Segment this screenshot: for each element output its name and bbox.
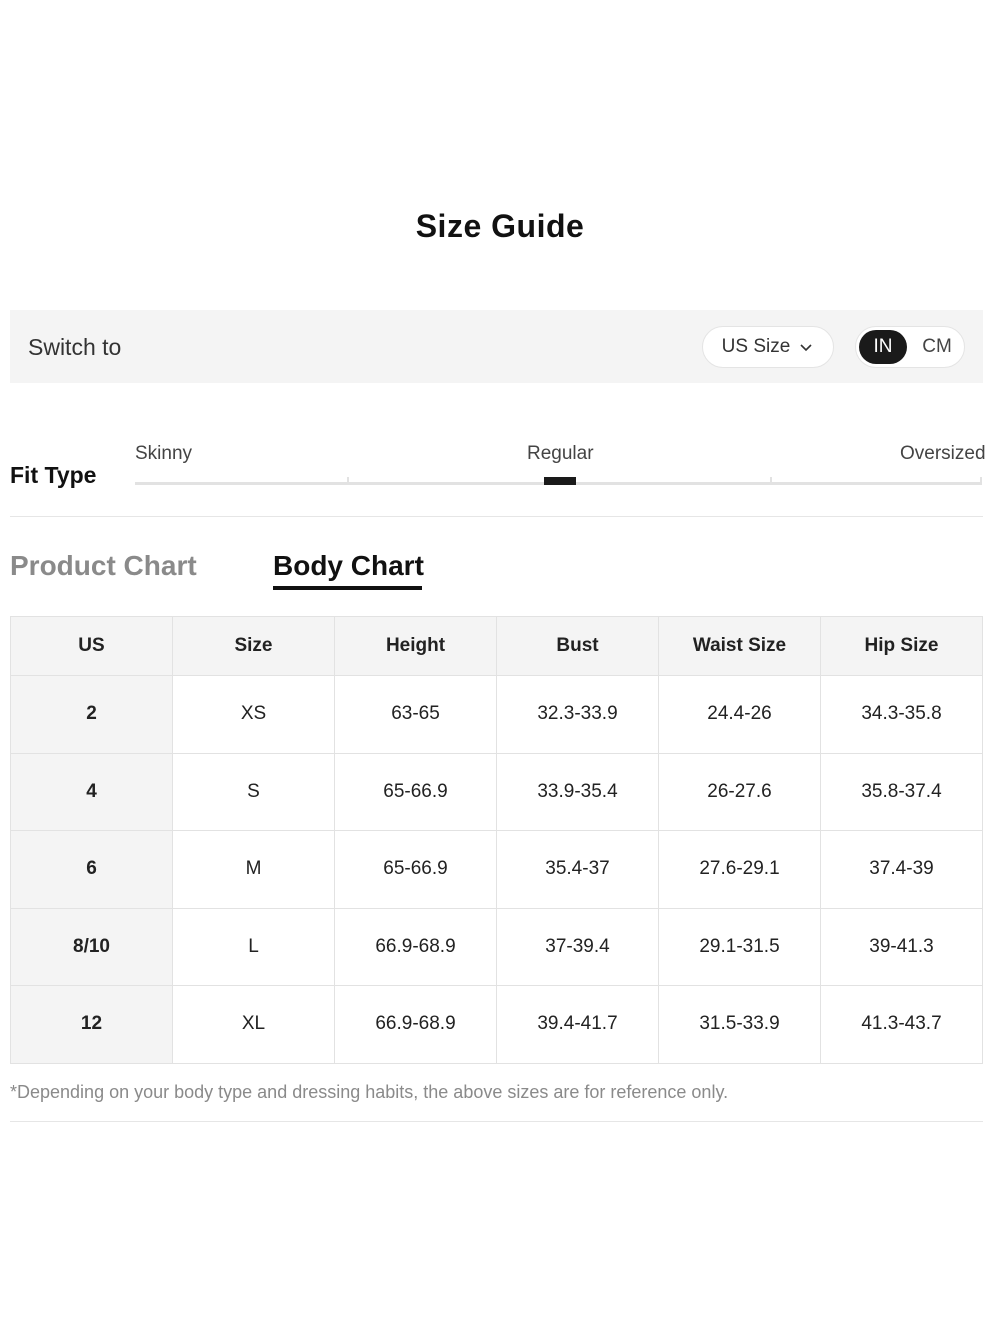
column-header: Bust (496, 616, 659, 676)
chevron-down-icon (800, 344, 812, 352)
active-tab-underline (273, 586, 422, 590)
table-cell: 27.6-29.1 (658, 830, 821, 909)
table-cell: 34.3-35.8 (820, 675, 983, 754)
switch-bar: Switch to US Size IN CM (10, 310, 983, 383)
size-system-value: US Size (721, 336, 791, 357)
table-cell: 33.9-35.4 (496, 752, 659, 831)
table-cell: 65-66.9 (334, 830, 497, 909)
table-row: 6 M 65-66.9 35.4-37 27.6-29.1 37.4-39 (10, 830, 983, 909)
column-header: US (10, 616, 173, 676)
table-row: 12 XL 66.9-68.9 39.4-41.7 31.5-33.9 41.3… (10, 985, 983, 1064)
table-cell: 35.4-37 (496, 830, 659, 909)
reference-note: *Depending on your body type and dressin… (10, 1082, 729, 1102)
table-cell: XS (172, 675, 335, 754)
tab-body-chart[interactable]: Body Chart (273, 550, 424, 582)
table-cell: M (172, 830, 335, 909)
table-row: 4 S 65-66.9 33.9-35.4 26-27.6 35.8-37.4 (10, 752, 983, 831)
table-cell: 35.8-37.4 (820, 752, 983, 831)
column-header: Size (172, 616, 335, 676)
unit-toggle: IN CM (855, 326, 965, 368)
table-cell: 63-65 (334, 675, 497, 754)
column-header: Hip Size (820, 616, 983, 676)
unit-cm-button[interactable]: CM (914, 330, 960, 364)
table-cell: 24.4-26 (658, 675, 821, 754)
column-header: Height (334, 616, 497, 676)
fit-option-oversized: Oversized (900, 443, 986, 464)
table-cell: XL (172, 985, 335, 1064)
table-cell: S (172, 752, 335, 831)
table-cell: 6 (10, 830, 173, 909)
fit-scale-tick (980, 477, 982, 485)
table-cell: 37.4-39 (820, 830, 983, 909)
table-cell: 12 (10, 985, 173, 1064)
fit-scale-tick (770, 477, 772, 485)
size-table: US Size Height Bust Waist Size Hip Size … (10, 616, 983, 1064)
table-cell: 41.3-43.7 (820, 985, 983, 1064)
table-cell: 8/10 (10, 907, 173, 986)
table-cell: 4 (10, 752, 173, 831)
table-header-row: US Size Height Bust Waist Size Hip Size (10, 616, 983, 676)
table-cell: L (172, 907, 335, 986)
table-cell: 29.1-31.5 (658, 907, 821, 986)
bottom-divider (10, 1121, 983, 1122)
fit-scale-tick (347, 477, 349, 485)
fit-option-skinny: Skinny (135, 443, 193, 464)
table-row: 2 XS 63-65 32.3-33.9 24.4-26 34.3-35.8 (10, 675, 983, 754)
table-row: 8/10 L 66.9-68.9 37-39.4 29.1-31.5 39-41… (10, 907, 983, 986)
table-cell: 65-66.9 (334, 752, 497, 831)
table-cell: 37-39.4 (496, 907, 659, 986)
fit-type-label: Fit Type (10, 462, 97, 488)
section-divider (10, 516, 983, 517)
table-cell: 39-41.3 (820, 907, 983, 986)
size-system-select[interactable]: US Size (702, 326, 834, 368)
fit-option-regular: Regular (527, 443, 594, 464)
table-cell: 2 (10, 675, 173, 754)
switch-label: Switch to (28, 334, 122, 360)
table-cell: 32.3-33.9 (496, 675, 659, 754)
unit-in-button[interactable]: IN (859, 330, 907, 364)
table-cell: 66.9-68.9 (334, 907, 497, 986)
fit-scale-marker (544, 477, 576, 485)
tab-product-chart[interactable]: Product Chart (10, 550, 197, 582)
table-cell: 39.4-41.7 (496, 985, 659, 1064)
table-cell: 66.9-68.9 (334, 985, 497, 1064)
table-cell: 31.5-33.9 (658, 985, 821, 1064)
page-title: Size Guide (415, 208, 585, 244)
table-cell: 26-27.6 (658, 752, 821, 831)
column-header: Waist Size (658, 616, 821, 676)
